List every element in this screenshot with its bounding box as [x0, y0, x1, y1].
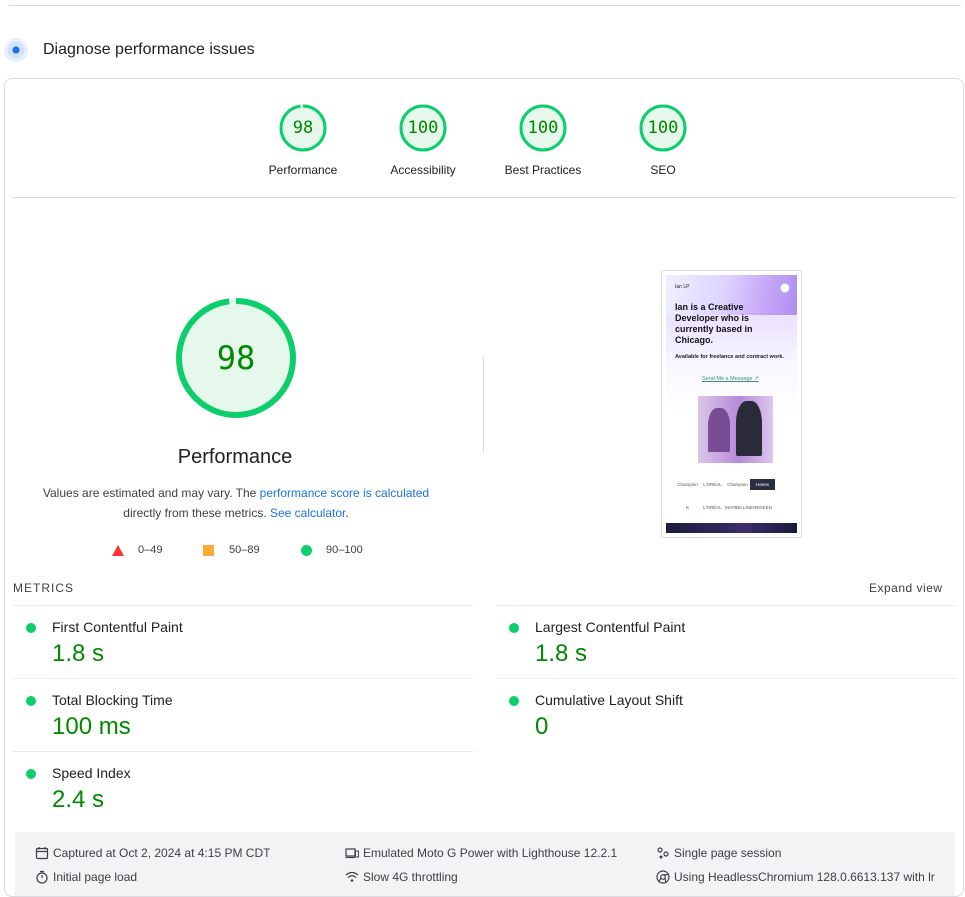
performance-description: Values are estimated and may vary. The p…	[25, 483, 447, 523]
section-title: Diagnose performance issues	[43, 41, 255, 58]
info-device-text: Emulated Moto G Power with Lighthouse 12…	[363, 846, 618, 860]
legend-fail-label: 0–49	[138, 544, 163, 556]
screenshot-footer-band	[666, 523, 797, 533]
legend-fail: 0–49	[112, 543, 162, 557]
gauge-best-practices[interactable]: 100 Best Practices	[493, 103, 593, 177]
logo: K	[685, 505, 689, 510]
gauges-divider	[13, 197, 955, 198]
logo: MAYBELLINE	[725, 505, 753, 510]
desc-text-2: directly from these metrics.	[123, 506, 270, 520]
metric-value: 1.8 s	[52, 640, 105, 667]
info-initial-load: Initial page load	[35, 869, 137, 885]
metric-value: 1.8 s	[535, 640, 588, 667]
desc-text-1: Values are estimated and may vary. The	[42, 486, 260, 500]
score-calculated-link[interactable]: performance score is calculated	[260, 486, 429, 500]
info-throttling: Slow 4G throttling	[345, 869, 458, 885]
gauge-performance-score: 98	[292, 118, 314, 138]
info-browser-text: Using HeadlessChromium 128.0.6613.137 wi…	[674, 870, 935, 884]
logo: L'ORÉAL	[703, 505, 722, 510]
screenshot-cta: Send Me a Message ↗	[702, 376, 759, 382]
metric-name: Total Blocking Time	[52, 692, 173, 708]
diagnose-icon	[4, 38, 28, 62]
gauge-accessibility-score: 100	[407, 118, 439, 138]
pass-circle-icon	[301, 544, 312, 556]
report-card: 98 Performance 100 Accessibility 100 Bes…	[4, 78, 964, 897]
logo: Champion	[727, 482, 748, 487]
gauge-best-practices-label: Best Practices	[504, 163, 582, 177]
performance-score-large: 98	[216, 339, 256, 377]
gauge-best-practices-score: 100	[527, 118, 559, 138]
gauge-seo[interactable]: 100 SEO	[613, 103, 713, 177]
metric-pass-icon	[509, 696, 519, 706]
screenshot-brand: Ian LP	[675, 284, 690, 290]
chrome-icon	[656, 870, 670, 884]
top-divider	[9, 5, 961, 6]
timer-icon	[36, 870, 48, 884]
info-captured-text: Captured at Oct 2, 2024 at 4:15 PM CDT	[53, 846, 271, 860]
performance-title: Performance	[177, 446, 293, 468]
vertical-divider	[483, 357, 484, 453]
info-device: Emulated Moto G Power with Lighthouse 12…	[345, 845, 617, 861]
calendar-icon	[35, 847, 49, 860]
metric-total-blocking-time: Total Blocking Time 100 ms	[13, 678, 473, 751]
photo-figure-right	[736, 401, 762, 456]
metric-value: 100 ms	[52, 713, 131, 740]
runtime-info: Captured at Oct 2, 2024 at 4:15 PM CDT I…	[15, 832, 955, 896]
screenshot-logos: Champion L'ORÉAL Champion Hanes K L'ORÉAL MAY…	[675, 479, 793, 525]
screenshot-subtext: Available for freelance and contract wor…	[675, 354, 784, 360]
logo: Hanes	[750, 479, 775, 490]
info-session-text: Single page session	[674, 846, 782, 860]
section-header: Diagnose performance issues	[4, 36, 255, 64]
photo-figure-left	[708, 408, 730, 452]
metric-pass-icon	[26, 769, 36, 779]
screenshot-headline: Ian is a Creative Developer who is curre…	[675, 302, 753, 345]
desc-period: .	[345, 506, 349, 520]
screenshot-photo	[698, 396, 773, 463]
gauge-seo-score: 100	[647, 118, 679, 138]
metric-cumulative-layout-shift: Cumulative Layout Shift 0	[496, 678, 956, 751]
expand-view-button[interactable]: Expand view	[869, 581, 943, 595]
wifi-icon	[345, 871, 359, 882]
info-session: Single page session	[656, 845, 781, 861]
metric-value: 2.4 s	[52, 786, 105, 813]
metric-value: 0	[535, 713, 549, 740]
info-initial-text: Initial page load	[53, 870, 138, 884]
devices-icon	[345, 848, 359, 859]
legend-pass-label: 90–100	[326, 544, 363, 556]
legend-average: 50–89	[203, 543, 260, 557]
screenshot-menu-icon	[780, 283, 790, 293]
info-browser: Using HeadlessChromium 128.0.6613.137 wi…	[656, 869, 946, 885]
info-captured: Captured at Oct 2, 2024 at 4:15 PM CDT	[35, 845, 270, 861]
performance-gauge-large: 98	[175, 297, 297, 419]
metric-pass-icon	[26, 696, 36, 706]
logo: REDKEN	[753, 505, 772, 510]
screenshot-image: Ian LP Ian is a Creative Developer who i…	[666, 275, 797, 533]
gauge-accessibility[interactable]: 100 Accessibility	[373, 103, 473, 177]
fail-triangle-icon	[112, 544, 124, 556]
logo: L'ORÉAL	[703, 482, 722, 487]
gauge-performance-label: Performance	[268, 163, 338, 177]
metric-largest-contentful-paint: Largest Contentful Paint 1.8 s	[496, 605, 956, 678]
metric-name: Cumulative Layout Shift	[535, 692, 683, 708]
gauge-accessibility-label: Accessibility	[390, 163, 456, 177]
metric-first-contentful-paint: First Contentful Paint 1.8 s	[13, 605, 473, 678]
see-calculator-link[interactable]: See calculator	[270, 506, 345, 520]
metric-pass-icon	[26, 623, 36, 633]
session-icon	[657, 847, 669, 859]
gauge-performance[interactable]: 98 Performance	[253, 103, 353, 177]
metric-name: Speed Index	[52, 765, 131, 781]
legend-average-label: 50–89	[229, 544, 260, 556]
final-screenshot[interactable]: Ian LP Ian is a Creative Developer who i…	[661, 270, 802, 538]
metric-name: First Contentful Paint	[52, 619, 183, 635]
gauge-seo-label: SEO	[650, 163, 676, 177]
metric-name: Largest Contentful Paint	[535, 619, 686, 635]
metric-pass-icon	[509, 623, 519, 633]
metrics-title: METRICS	[13, 581, 74, 595]
legend-pass: 90–100	[301, 543, 363, 557]
logo: Champion	[677, 482, 698, 487]
metric-speed-index: Speed Index 2.4 s	[13, 751, 473, 824]
average-square-icon	[203, 544, 214, 556]
info-throttling-text: Slow 4G throttling	[363, 870, 458, 884]
